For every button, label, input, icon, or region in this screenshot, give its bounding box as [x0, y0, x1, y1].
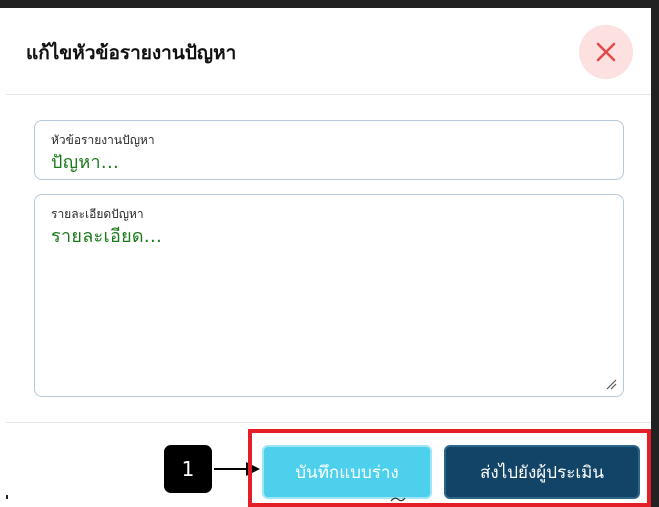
- step-badge: 1: [164, 445, 212, 493]
- modal-title: แก้ไขหัวข้อรายงานปัญหา: [26, 42, 237, 64]
- detail-field[interactable]: รายละเอียดปัญหา รายละเอียด...: [34, 194, 624, 397]
- close-x-icon: [596, 42, 616, 62]
- modal-footer: 1 บันทึกแบบร่าง ส่งไปยังผู้ประเมิน: [6, 422, 651, 507]
- edge-mark: [6, 495, 8, 499]
- modal-header: แก้ไขหัวข้อรายงานปัญหา: [6, 8, 651, 95]
- edit-problem-report-modal: แก้ไขหัวข้อรายงานปัญหา หัวข้อรายงานปัญหา…: [6, 8, 651, 507]
- close-button[interactable]: [579, 25, 633, 79]
- clipped-text-mark: [390, 497, 406, 502]
- detail-textarea[interactable]: รายละเอียด...: [51, 221, 162, 250]
- subject-input[interactable]: ปัญหา...: [51, 147, 119, 176]
- send-to-evaluator-button[interactable]: ส่งไปยังผู้ประเมิน: [444, 445, 640, 499]
- subject-field[interactable]: หัวข้อรายงานปัญหา ปัญหา...: [34, 120, 624, 180]
- screenshot-stage: แก้ไขหัวข้อรายงานปัญหา หัวข้อรายงานปัญหา…: [0, 0, 659, 507]
- window-right-border: [651, 0, 659, 507]
- save-draft-button[interactable]: บันทึกแบบร่าง: [262, 445, 432, 499]
- window-top-border: [0, 0, 659, 8]
- resize-handle-icon[interactable]: [605, 378, 617, 390]
